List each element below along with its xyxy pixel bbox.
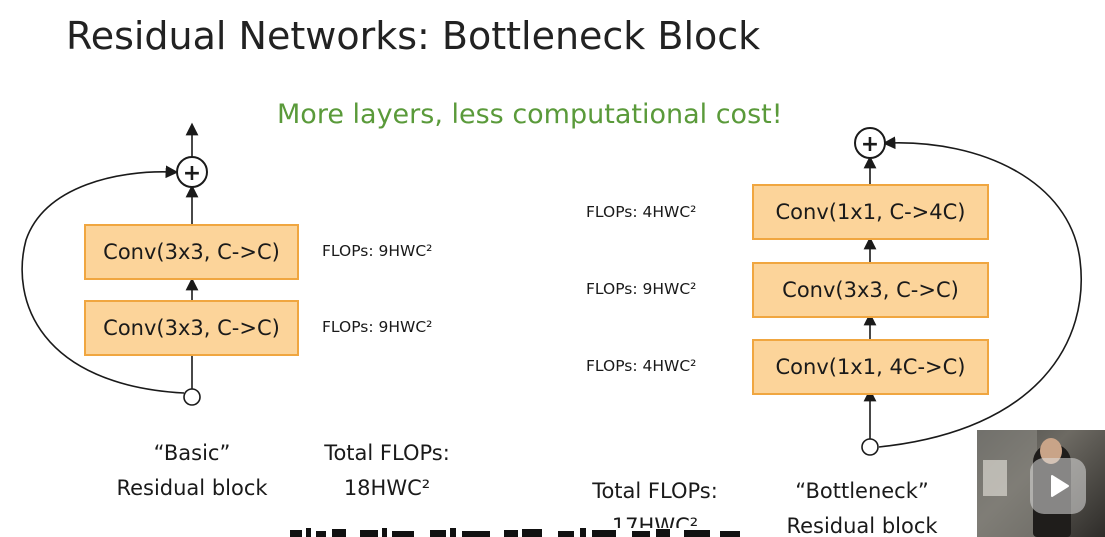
bottleneck-plus-glyph: + <box>861 132 879 157</box>
bottleneck-total-line1: Total FLOPs: <box>592 479 718 503</box>
basic-total-line2: 18HWC² <box>343 476 431 500</box>
bottleneck-flops-mid: FLOPs: 9HWC² <box>586 280 697 298</box>
basic-caption: “Basic” Residual block <box>92 436 292 506</box>
basic-total-line1: Total FLOPs: <box>324 441 450 465</box>
bottleneck-input-circle-icon <box>861 438 879 456</box>
basic-skip-connection <box>21 165 185 394</box>
bottleneck-caption-line1: “Bottleneck” <box>795 479 929 503</box>
cutoff-subtitle-strip <box>290 528 770 537</box>
basic-input-circle-icon <box>183 388 201 406</box>
video-background-board <box>983 460 1007 496</box>
bottleneck-conv-1x1-reduce: Conv(1x1, 4C->C) <box>752 339 989 395</box>
bottleneck-flops-bottom: FLOPs: 4HWC² <box>586 357 697 375</box>
bottleneck-flops-top: FLOPs: 4HWC² <box>586 203 697 221</box>
basic-caption-line2: Residual block <box>116 476 268 500</box>
bottleneck-caption-line2: Residual block <box>786 514 938 537</box>
play-button[interactable] <box>1030 458 1086 514</box>
basic-caption-line1: “Basic” <box>153 441 231 465</box>
basic-conv-bottom: Conv(3x3, C->C) <box>84 300 299 356</box>
bottleneck-conv-1x1-expand: Conv(1x1, C->4C) <box>752 184 989 240</box>
play-icon <box>1051 475 1069 497</box>
basic-plus-glyph: + <box>183 161 201 186</box>
basic-conv-top: Conv(3x3, C->C) <box>84 224 299 280</box>
basic-flops-bottom: FLOPs: 9HWC² <box>322 318 433 336</box>
bottleneck-caption: “Bottleneck” Residual block <box>762 474 962 537</box>
basic-flops-top: FLOPs: 9HWC² <box>322 242 433 260</box>
bottleneck-conv-3x3: Conv(3x3, C->C) <box>752 262 989 318</box>
basic-total-flops: Total FLOPs: 18HWC² <box>307 436 467 506</box>
